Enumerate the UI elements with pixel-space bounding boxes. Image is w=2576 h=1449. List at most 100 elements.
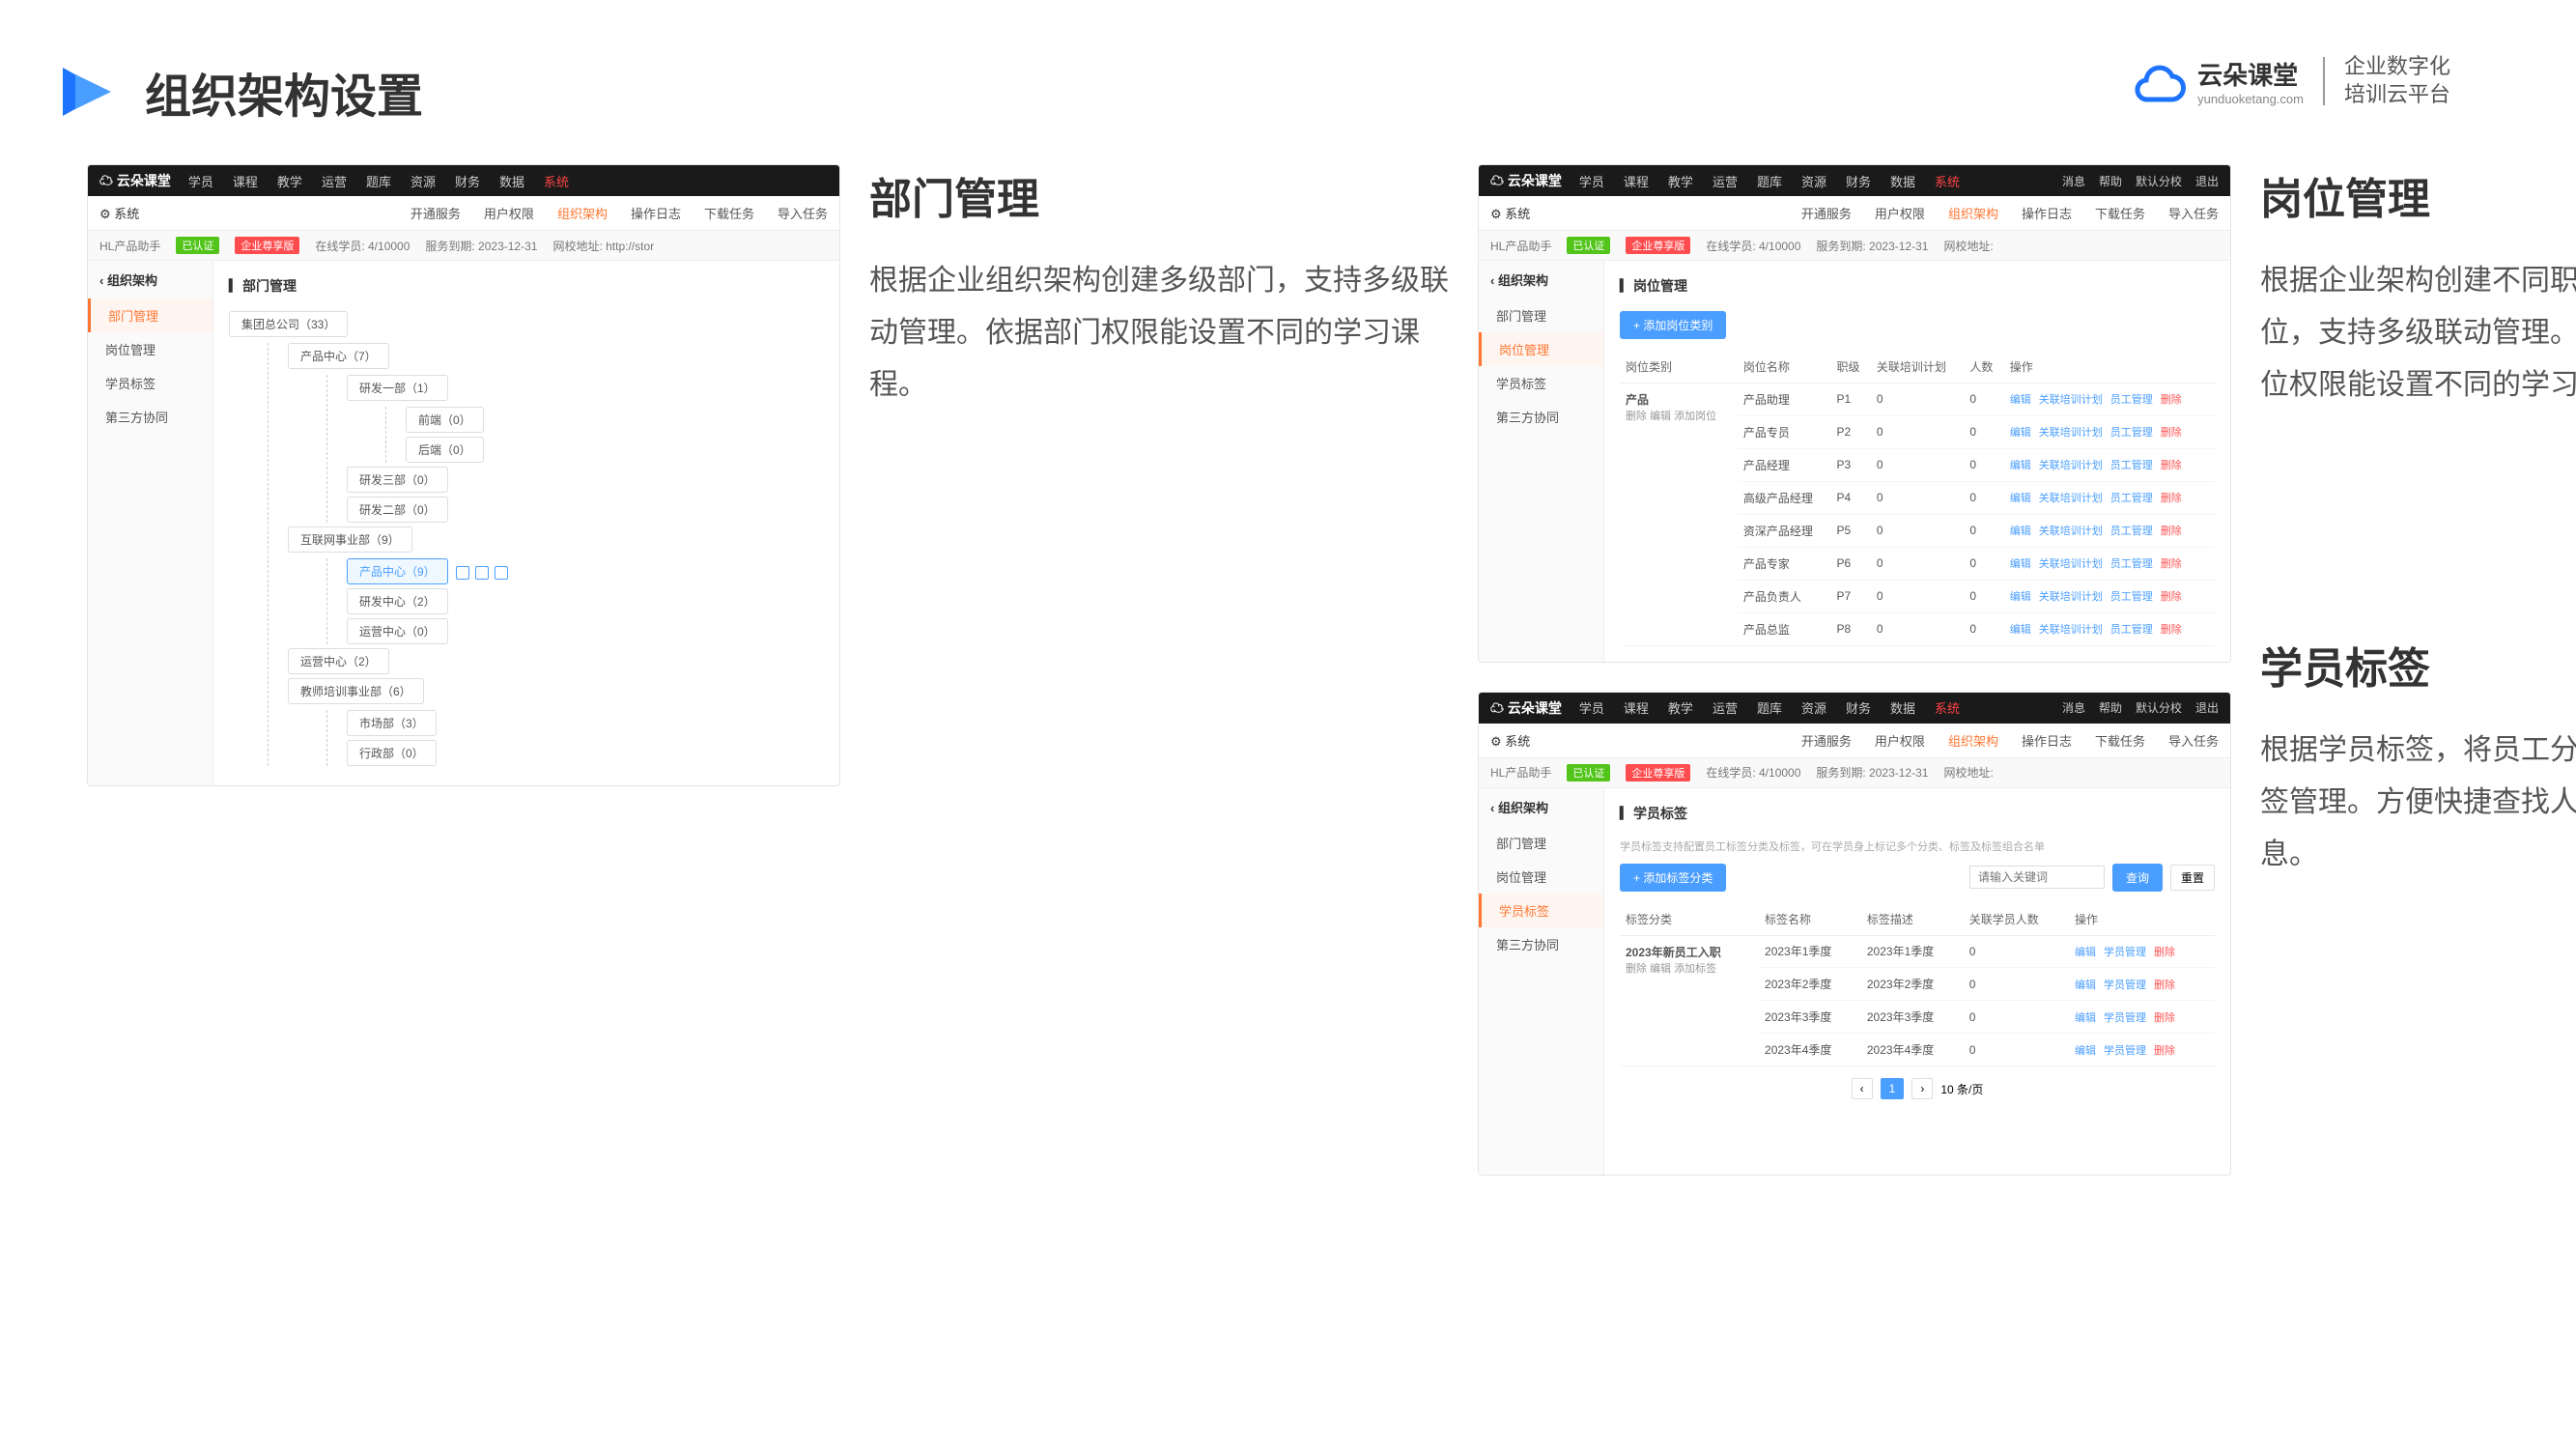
node-action-icons[interactable] [456, 566, 508, 580]
tree-node[interactable]: 产品中心（7） [288, 343, 389, 369]
brand-url: yunduoketang.com [2197, 92, 2304, 106]
tag-screenshot: ☁ 云朵课堂 学员课程教学运营题库资源财务数据系统 消息帮助默认分校退出 ⚙ 系… [1478, 692, 2231, 1176]
tag-desc-title: 学员标签 [2260, 634, 2576, 696]
topbar: ☁ 云朵课堂 学员课程教学运营题库资源财务数据系统 消息帮助默认分校退出 [1479, 165, 2230, 196]
nav-teach[interactable]: 教学 [277, 172, 302, 190]
tree-node[interactable]: 教师培训事业部（6） [288, 678, 424, 704]
sidebar-header: ‹ 组织架构 [88, 261, 212, 298]
dept-desc-title: 部门管理 [869, 164, 1449, 226]
nav-resource[interactable]: 资源 [410, 172, 436, 190]
tag-search-input[interactable] [1969, 866, 2105, 889]
prev-page[interactable]: ‹ [1852, 1078, 1873, 1099]
online-count: 在线学员: 4/10000 [315, 238, 410, 254]
tag-table: 标签分类标签名称标签描述关联学员人数操作 2023年新员工入职删除 编辑 添加标… [1620, 903, 2215, 1067]
reset-button[interactable]: 重置 [2170, 865, 2215, 891]
tree-root[interactable]: 集团总公司（33） [229, 311, 348, 337]
msg-link[interactable]: 消息 [2062, 173, 2085, 189]
logo-divider [2323, 57, 2325, 105]
dept-screenshot: ☁ 云朵课堂 学员 课程 教学 运营 题库 资源 财务 数据 系统 ⚙ 系统 开… [87, 164, 840, 786]
post-table: 岗位类别岗位名称职级关联培训计划人数操作 产品删除 编辑 添加岗位 产品助理P1… [1620, 351, 2215, 646]
sidebar-item-3rd[interactable]: 第三方协同 [1479, 400, 1603, 434]
subbar-system: ⚙ 系统 [99, 204, 139, 222]
tree-node-active[interactable]: 产品中心（9） [347, 558, 448, 584]
help-link[interactable]: 帮助 [2099, 173, 2122, 189]
school-url: 网校地址: http://stor [552, 238, 654, 254]
tree-node[interactable]: 后端（0） [406, 437, 484, 463]
delete-icon [495, 566, 508, 580]
search-button[interactable]: 查询 [2112, 864, 2163, 892]
dept-description: 部门管理 根据企业组织架构创建多级部门，支持多级联动管理。依据部门权限能设置不同… [869, 164, 1449, 412]
top-nav: 学员 课程 教学 运营 题库 资源 财务 数据 系统 [188, 172, 828, 190]
topbar: ☁ 云朵课堂 学员 课程 教学 运营 题库 资源 财务 数据 系统 [88, 165, 839, 196]
sidebar-item-3rd[interactable]: 第三方协同 [88, 400, 212, 434]
tag-description: 学员标签 根据学员标签，将员工分多类标签管理。方便快捷查找人员信息。 [2260, 634, 2576, 881]
subbar: ⚙ 系统 开通服务 用户权限 组织架构 操作日志 下载任务 导入任务 [88, 196, 839, 231]
plan-badge: 企业尊享版 [235, 237, 299, 254]
exit-link[interactable]: 退出 [2195, 173, 2219, 189]
nav-finance[interactable]: 财务 [455, 172, 480, 190]
sub-import[interactable]: 导入任务 [778, 204, 828, 222]
post-desc-title: 岗位管理 [2260, 164, 2576, 226]
tree-node[interactable]: 运营中心（2） [288, 648, 389, 674]
company-name: HL产品助手 [99, 238, 160, 254]
tree-node[interactable]: 互联网事业部（9） [288, 526, 412, 553]
app-logo: ☁ 云朵课堂 [1490, 171, 1562, 190]
next-page[interactable]: › [1911, 1078, 1933, 1099]
per-page[interactable]: 10 条/页 [1940, 1081, 1983, 1097]
play-icon [58, 63, 116, 121]
sidebar-item-tag[interactable]: 学员标签 [1479, 366, 1603, 400]
dept-main-title: ▎部门管理 [229, 276, 824, 296]
dept-main: ▎部门管理 集团总公司（33） 产品中心（7） 研发一部（1） 前端（0） 后端… [213, 261, 839, 785]
sub-service[interactable]: 开通服务 [410, 204, 461, 222]
nav-operate[interactable]: 运营 [322, 172, 347, 190]
brand-name: 云朵课堂 [2197, 56, 2304, 92]
tree-node[interactable]: 市场部（3） [347, 710, 437, 736]
tree-node[interactable]: 前端（0） [406, 407, 484, 433]
right-tools: 消息帮助默认分校退出 [2062, 173, 2219, 189]
tree-node[interactable]: 运营中心（0） [347, 618, 448, 644]
sidebar: ‹ 组织架构 部门管理 岗位管理 学员标签 第三方协同 [88, 261, 213, 785]
app-logo: ☁ 云朵课堂 [99, 171, 171, 190]
tag-help-text: 学员标签支持配置员工标签分类及标签，可在学员身上标记多个分类、标签及标签组合名单 [1620, 838, 2215, 854]
tree-node[interactable]: 研发一部（1） [347, 375, 448, 401]
tree-node[interactable]: 研发二部（0） [347, 497, 448, 523]
nav-question[interactable]: 题库 [366, 172, 391, 190]
tag-desc-text: 根据学员标签，将员工分多类标签管理。方便快捷查找人员信息。 [2260, 724, 2576, 881]
branch-link[interactable]: 默认分校 [2136, 173, 2182, 189]
page-1[interactable]: 1 [1881, 1078, 1905, 1099]
sidebar-item-post[interactable]: 岗位管理 [88, 332, 212, 366]
tree-node[interactable]: 研发中心（2） [347, 588, 448, 614]
edit-icon [456, 566, 469, 580]
nav-system[interactable]: 系统 [544, 172, 569, 190]
brand-logo: 云朵课堂 yunduoketang.com [2132, 56, 2304, 106]
sub-download[interactable]: 下载任务 [704, 204, 754, 222]
nav-course[interactable]: 课程 [233, 172, 258, 190]
post-desc-text: 根据企业架构创建不同职级岗位，支持多级联动管理。依据岗位权限能设置不同的学习权限… [2260, 255, 2576, 412]
sidebar-item-dept[interactable]: 部门管理 [1479, 298, 1603, 332]
copy-icon [475, 566, 489, 580]
content-grid: ☁ 云朵课堂 学员 课程 教学 运营 题库 资源 财务 数据 系统 ⚙ 系统 开… [0, 164, 2576, 1205]
brand-tagline: 企业数字化 培训云平台 [2344, 53, 2450, 108]
tree-node[interactable]: 行政部（0） [347, 740, 437, 766]
tree-node[interactable]: 研发三部（0） [347, 467, 448, 493]
verified-badge: 已认证 [176, 237, 219, 254]
expire-date: 服务到期: 2023-12-31 [425, 238, 537, 254]
sub-log[interactable]: 操作日志 [631, 204, 681, 222]
add-post-category-button[interactable]: + 添加岗位类别 [1620, 311, 1726, 339]
page-title: 组织架构设置 [145, 58, 423, 126]
add-tag-category-button[interactable]: + 添加标签分类 [1620, 864, 1726, 892]
logo-section: 云朵课堂 yunduoketang.com 企业数字化 培训云平台 [2132, 53, 2450, 108]
cloud-icon [2132, 57, 2188, 105]
crumb-bar: HL产品助手 已认证 企业尊享版 在线学员: 4/10000 服务到期: 202… [88, 231, 839, 261]
sub-org[interactable]: 组织架构 [557, 204, 608, 222]
sidebar-item-post[interactable]: 岗位管理 [1479, 332, 1603, 366]
post-screenshot: ☁ 云朵课堂 学员课程教学运营题库资源财务数据系统 消息帮助默认分校退出 ⚙ 系… [1478, 164, 2231, 663]
pagination: ‹ 1 › 10 条/页 [1620, 1066, 2215, 1111]
post-description: 岗位管理 根据企业架构创建不同职级岗位，支持多级联动管理。依据岗位权限能设置不同… [2260, 164, 2576, 412]
sidebar-item-tag[interactable]: 学员标签 [88, 366, 212, 400]
sub-perm[interactable]: 用户权限 [484, 204, 534, 222]
nav-data[interactable]: 数据 [499, 172, 524, 190]
nav-student[interactable]: 学员 [188, 172, 213, 190]
dept-desc-text: 根据企业组织架构创建多级部门，支持多级联动管理。依据部门权限能设置不同的学习课程… [869, 255, 1449, 412]
sidebar-item-dept[interactable]: 部门管理 [88, 298, 212, 332]
